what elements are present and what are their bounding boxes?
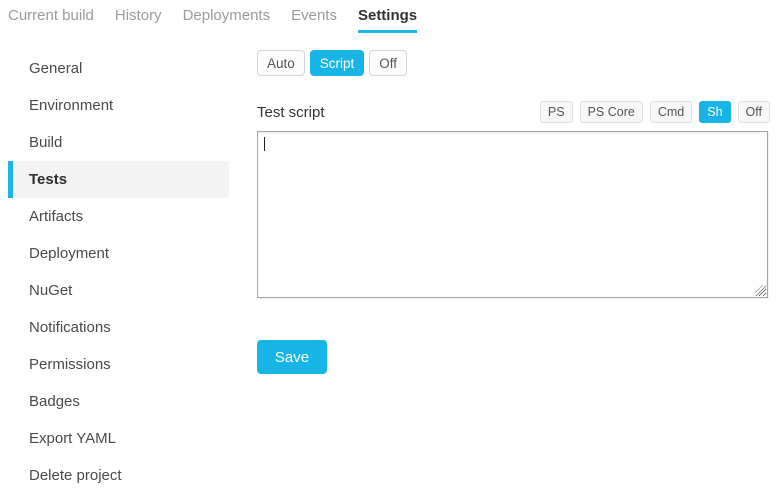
sidebar-item-notifications[interactable]: Notifications (8, 309, 229, 346)
language-ps-core-button[interactable]: PS Core (580, 101, 643, 123)
tab-history[interactable]: History (115, 7, 162, 33)
save-button[interactable]: Save (257, 340, 327, 374)
top-nav: Current build History Deployments Events… (8, 7, 417, 33)
language-sh-button[interactable]: Sh (699, 101, 730, 123)
tab-current-build[interactable]: Current build (8, 7, 94, 33)
sidebar-item-environment[interactable]: Environment (8, 87, 229, 124)
sidebar-item-permissions[interactable]: Permissions (8, 346, 229, 383)
tab-settings[interactable]: Settings (358, 7, 417, 33)
sidebar-item-delete-project[interactable]: Delete project (8, 457, 229, 494)
sidebar-item-artifacts[interactable]: Artifacts (8, 198, 229, 235)
tests-settings-panel: Auto Script Off Test script PS PS Core C… (257, 50, 770, 374)
language-cmd-button[interactable]: Cmd (650, 101, 692, 123)
tab-deployments[interactable]: Deployments (183, 7, 271, 33)
test-mode-toggle: Auto Script Off (257, 50, 770, 76)
sidebar-item-build[interactable]: Build (8, 124, 229, 161)
test-mode-auto-button[interactable]: Auto (257, 50, 305, 76)
sidebar-item-tests[interactable]: Tests (8, 161, 229, 198)
test-mode-off-button[interactable]: Off (369, 50, 407, 76)
test-script-label: Test script (257, 104, 325, 121)
sidebar-item-export-yaml[interactable]: Export YAML (8, 420, 229, 457)
sidebar-item-nuget[interactable]: NuGet (8, 272, 229, 309)
sidebar-item-badges[interactable]: Badges (8, 383, 229, 420)
tab-events[interactable]: Events (291, 7, 337, 33)
test-mode-script-button[interactable]: Script (310, 50, 365, 76)
script-language-toggle: PS PS Core Cmd Sh Off (540, 101, 770, 123)
test-script-textarea[interactable] (257, 131, 768, 298)
language-off-button[interactable]: Off (738, 101, 770, 123)
sidebar-item-deployment[interactable]: Deployment (8, 235, 229, 272)
language-ps-button[interactable]: PS (540, 101, 573, 123)
settings-sidebar: General Environment Build Tests Artifact… (8, 50, 229, 494)
sidebar-item-general[interactable]: General (8, 50, 229, 87)
